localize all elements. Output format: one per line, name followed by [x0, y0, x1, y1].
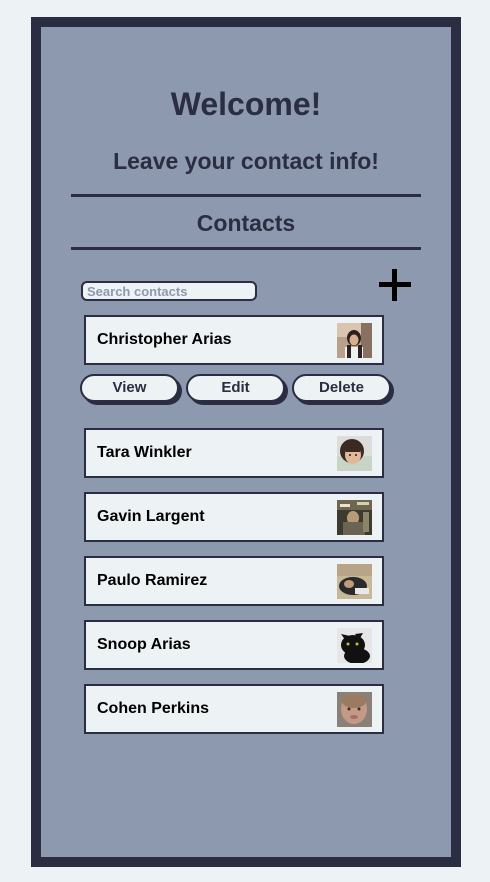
contacts-panel: Welcome! Leave your contact info! Contac… [31, 17, 461, 867]
contact-card[interactable]: Tara Winkler [84, 428, 384, 478]
contact-card[interactable]: Paulo Ramirez [84, 556, 384, 606]
edit-button[interactable]: Edit [186, 374, 285, 402]
divider-top [71, 194, 421, 197]
view-button[interactable]: View [80, 374, 179, 402]
contact-name: Snoop Arias [97, 636, 191, 653]
contact-avatar [337, 564, 372, 599]
contact-card[interactable]: Christopher Arias [84, 315, 384, 365]
welcome-heading: Welcome! [170, 86, 322, 122]
contact-name: Cohen Perkins [97, 700, 210, 717]
contact-avatar [337, 692, 372, 727]
search-input[interactable] [81, 281, 257, 301]
contact-name: Tara Winkler [97, 444, 192, 461]
contact-card[interactable]: Cohen Perkins [84, 684, 384, 734]
contact-avatar [337, 628, 372, 663]
contact-avatar [337, 323, 372, 358]
delete-button[interactable]: Delete [292, 374, 391, 402]
contact-card[interactable]: Snoop Arias [84, 620, 384, 670]
contact-avatar [337, 500, 372, 535]
divider-bottom [71, 247, 421, 250]
contact-name: Gavin Largent [97, 508, 205, 525]
contacts-heading: Contacts [196, 210, 296, 236]
add-contact-button[interactable] [379, 269, 411, 301]
contact-name: Christopher Arias [97, 331, 232, 348]
contact-avatar [337, 436, 372, 471]
contact-name: Paulo Ramirez [97, 572, 208, 589]
contact-card[interactable]: Gavin Largent [84, 492, 384, 542]
subtitle-heading: Leave your contact info! [113, 148, 379, 174]
